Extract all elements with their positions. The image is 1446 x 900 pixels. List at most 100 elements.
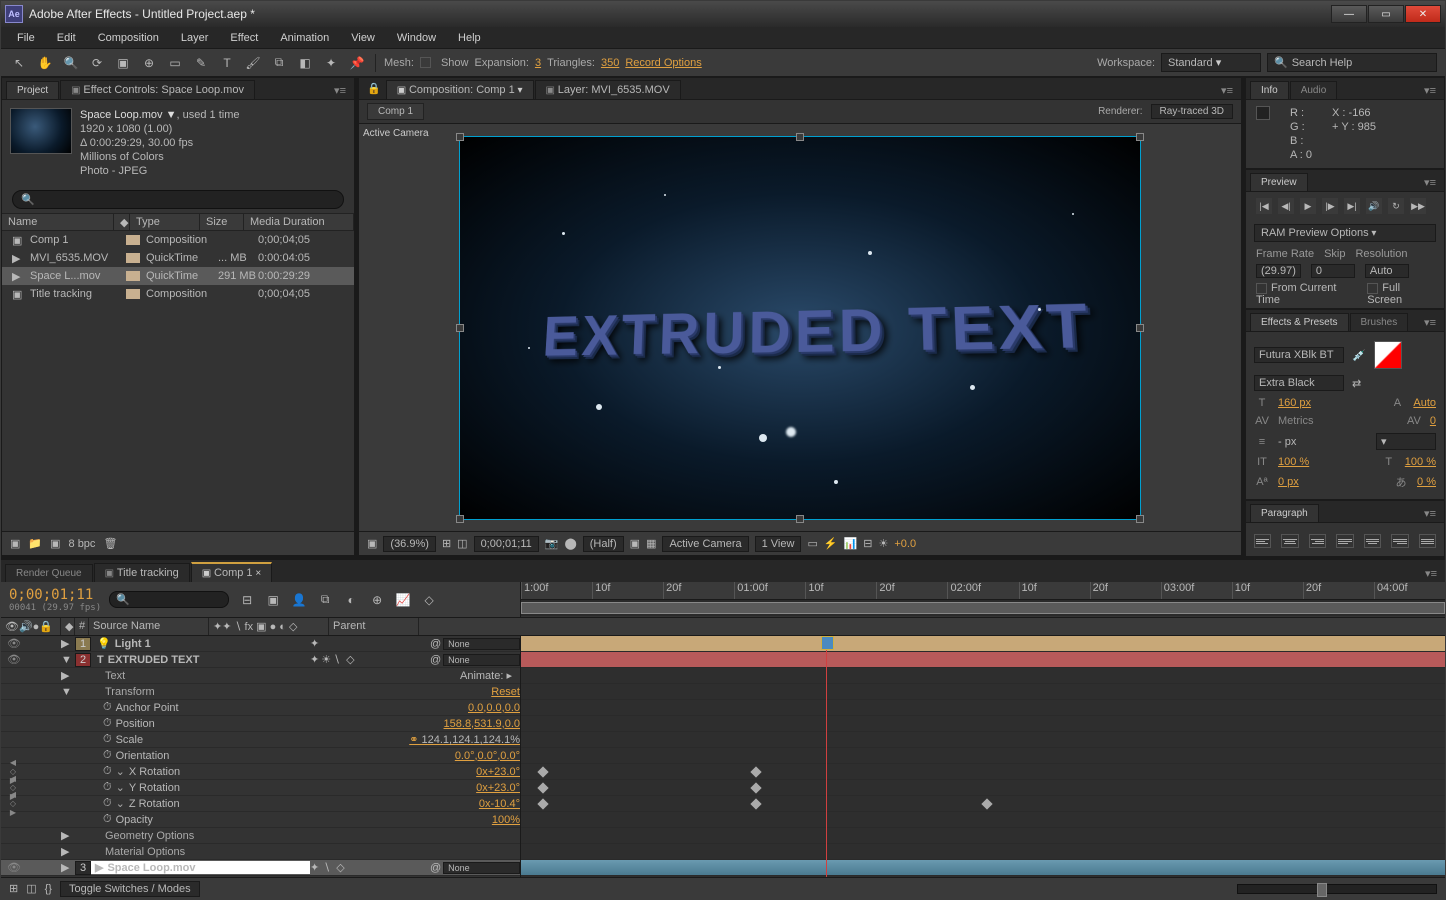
timeline-search-input[interactable]: 🔍 — [109, 591, 229, 608]
timeline-icon[interactable]: 📊 — [844, 537, 858, 550]
menu-window[interactable]: Window — [387, 29, 446, 47]
preview-res-select[interactable]: Auto — [1365, 264, 1409, 278]
bbox-handle[interactable] — [456, 515, 464, 523]
effects-presets-tab[interactable]: Effects & Presets — [1250, 313, 1349, 331]
stopwatch-icon[interactable]: ⏱ — [103, 813, 112, 826]
roi-icon[interactable]: ▣ — [630, 537, 640, 550]
layer-row[interactable]: 👁 ▶ 3 ▶ Space Loop.mov ✦∖◇ @None — [1, 860, 520, 876]
panel-menu-icon[interactable]: ▾≡ — [330, 82, 350, 99]
rotate-tool-icon[interactable]: ⟳ — [87, 53, 107, 73]
layer-number[interactable]: 1 — [75, 637, 91, 651]
visibility-icon[interactable]: 👁 — [7, 653, 19, 666]
keyframe-icon[interactable] — [750, 766, 761, 777]
parent-pick-icon[interactable]: @ — [430, 862, 441, 874]
clone-tool-icon[interactable]: ⧉ — [269, 53, 289, 73]
bbox-handle[interactable] — [1136, 133, 1144, 141]
leading-value[interactable]: Auto — [1413, 397, 1436, 409]
trash-icon[interactable]: 🗑 — [103, 537, 117, 550]
resolution-select[interactable]: (Half) — [583, 536, 624, 552]
fill-stroke-swatch[interactable] — [1374, 341, 1402, 369]
expand-icon[interactable]: ⊞ — [9, 882, 18, 895]
menu-help[interactable]: Help — [448, 29, 491, 47]
comp-mini-flowchart-icon[interactable]: ⊟ — [237, 590, 257, 610]
stopwatch-icon[interactable]: ⏱ — [103, 733, 112, 746]
hand-tool-icon[interactable]: ✋ — [35, 53, 55, 73]
minimize-button[interactable]: — — [1331, 5, 1367, 23]
parent-select[interactable]: None — [443, 862, 520, 874]
panel-menu-icon[interactable]: ▾≡ — [1420, 314, 1440, 331]
loop-button[interactable]: ↻ — [1388, 198, 1404, 214]
stopwatch-icon[interactable]: ⏱ — [103, 765, 112, 778]
always-preview-icon[interactable]: ▣ — [367, 537, 377, 550]
stopwatch-icon[interactable]: ⏱ — [103, 701, 112, 714]
view-layout-select[interactable]: 1 View — [755, 536, 802, 552]
current-time[interactable]: 0;00;01;11 — [474, 536, 539, 552]
menu-edit[interactable]: Edit — [47, 29, 86, 47]
record-options-link[interactable]: Record Options — [625, 57, 701, 69]
comp-flowchart-icon[interactable]: ⊟ — [863, 537, 872, 550]
stopwatch-icon[interactable]: ⏱ — [103, 717, 112, 730]
current-timecode[interactable]: 0;00;01;11 — [9, 587, 101, 603]
playhead[interactable] — [826, 636, 827, 877]
expansion-value[interactable]: 3 — [535, 57, 541, 69]
workspace-select[interactable]: Standard ▾ — [1161, 53, 1261, 72]
font-size-value[interactable]: 160 px — [1278, 397, 1311, 409]
time-ruler[interactable]: 1:00f10f20f01:00f10f20f02:00f10f20f03:00… — [521, 582, 1445, 600]
col-name[interactable]: Name — [2, 214, 114, 230]
layer-number[interactable]: 2 — [75, 653, 91, 667]
menu-effect[interactable]: Effect — [220, 29, 268, 47]
hide-shy-icon[interactable]: 👤 — [289, 590, 309, 610]
property-row[interactable]: ◀ ◇ ▶⏱ ⌄ Z Rotation0x-10.4° — [1, 796, 520, 812]
timeline-tracks[interactable] — [521, 636, 1445, 877]
visibility-icon[interactable]: 👁 — [7, 861, 19, 874]
mask-icon[interactable]: ◫ — [457, 537, 467, 550]
lock-icon[interactable]: 🔒 — [363, 78, 385, 99]
stroke-value[interactable]: - px — [1278, 436, 1296, 448]
eraser-tool-icon[interactable]: ◧ — [295, 53, 315, 73]
interpret-footage-icon[interactable]: ▣ — [10, 537, 20, 550]
last-frame-button[interactable]: ▶| — [1344, 198, 1360, 214]
menu-composition[interactable]: Composition — [88, 29, 169, 47]
zoom-slider[interactable] — [1237, 884, 1437, 894]
next-frame-button[interactable]: |▶ — [1322, 198, 1338, 214]
panel-menu-icon[interactable]: ▾≡ — [1421, 565, 1441, 582]
graph-editor-icon[interactable]: 📈 — [393, 590, 413, 610]
first-frame-button[interactable]: |◀ — [1256, 198, 1272, 214]
composition-tab[interactable]: ▣ Composition: Comp 1 ▾ — [386, 80, 534, 99]
align-right-button[interactable] — [1309, 534, 1326, 548]
menu-animation[interactable]: Animation — [270, 29, 339, 47]
project-item[interactable]: ▶Space L...movQuickTime291 MB0:00:29:29 — [2, 267, 354, 285]
brushes-tab[interactable]: Brushes — [1350, 313, 1409, 331]
menu-view[interactable]: View — [341, 29, 385, 47]
pen-tool-icon[interactable]: ✎ — [191, 53, 211, 73]
anchor-value[interactable]: 0.0,0.0,0.0 — [464, 702, 520, 714]
transparency-icon[interactable]: ▦ — [646, 537, 656, 550]
search-help-input[interactable]: 🔍Search Help — [1267, 53, 1437, 72]
yrot-value[interactable]: 0x+23.0° — [472, 782, 520, 794]
hscale-value[interactable]: 100 % — [1405, 456, 1436, 468]
project-item[interactable]: ▶MVI_6535.MOVQuickTime... MB0:00:04:05 — [2, 249, 354, 267]
draft-3d-icon[interactable]: ▣ — [263, 590, 283, 610]
opacity-value[interactable]: 100% — [488, 814, 520, 826]
grid-icon[interactable]: ⊞ — [442, 537, 451, 550]
3d-view-select[interactable]: Active Camera — [662, 536, 748, 552]
selection-tool-icon[interactable]: ↖ — [9, 53, 29, 73]
property-row[interactable]: ⏱ Opacity100% — [1, 812, 520, 828]
col-label-icon[interactable]: ◆ — [114, 214, 130, 230]
tsume-value[interactable]: 0 % — [1417, 476, 1436, 488]
prev-frame-button[interactable]: ◀| — [1278, 198, 1294, 214]
layer-row[interactable]: 👁 ▶ 1 💡Light 1 ✦ @None — [1, 636, 520, 652]
brush-tool-icon[interactable]: 🖌 — [243, 53, 263, 73]
swap-colors-icon[interactable]: ⇄ — [1352, 377, 1361, 390]
paragraph-tab[interactable]: Paragraph — [1250, 504, 1319, 522]
keyframe-icon[interactable] — [538, 766, 549, 777]
parent-pick-icon[interactable]: @ — [430, 638, 441, 650]
play-button[interactable]: ▶ — [1300, 198, 1316, 214]
fullscreen-checkbox[interactable] — [1367, 283, 1378, 294]
layer-switches-icon[interactable]: {} — [45, 883, 52, 895]
property-row[interactable]: ◀ ◇ ▶⏱ ⌄ X Rotation0x+23.0° — [1, 764, 520, 780]
property-row[interactable]: ⏱ Scale⚭ 124.1,124.1,124.1% — [1, 732, 520, 748]
snapshot-icon[interactable]: 📷 — [545, 537, 559, 550]
visibility-icon[interactable]: 👁 — [7, 637, 19, 650]
position-value[interactable]: 158.8,531.9,0.0 — [440, 718, 520, 730]
